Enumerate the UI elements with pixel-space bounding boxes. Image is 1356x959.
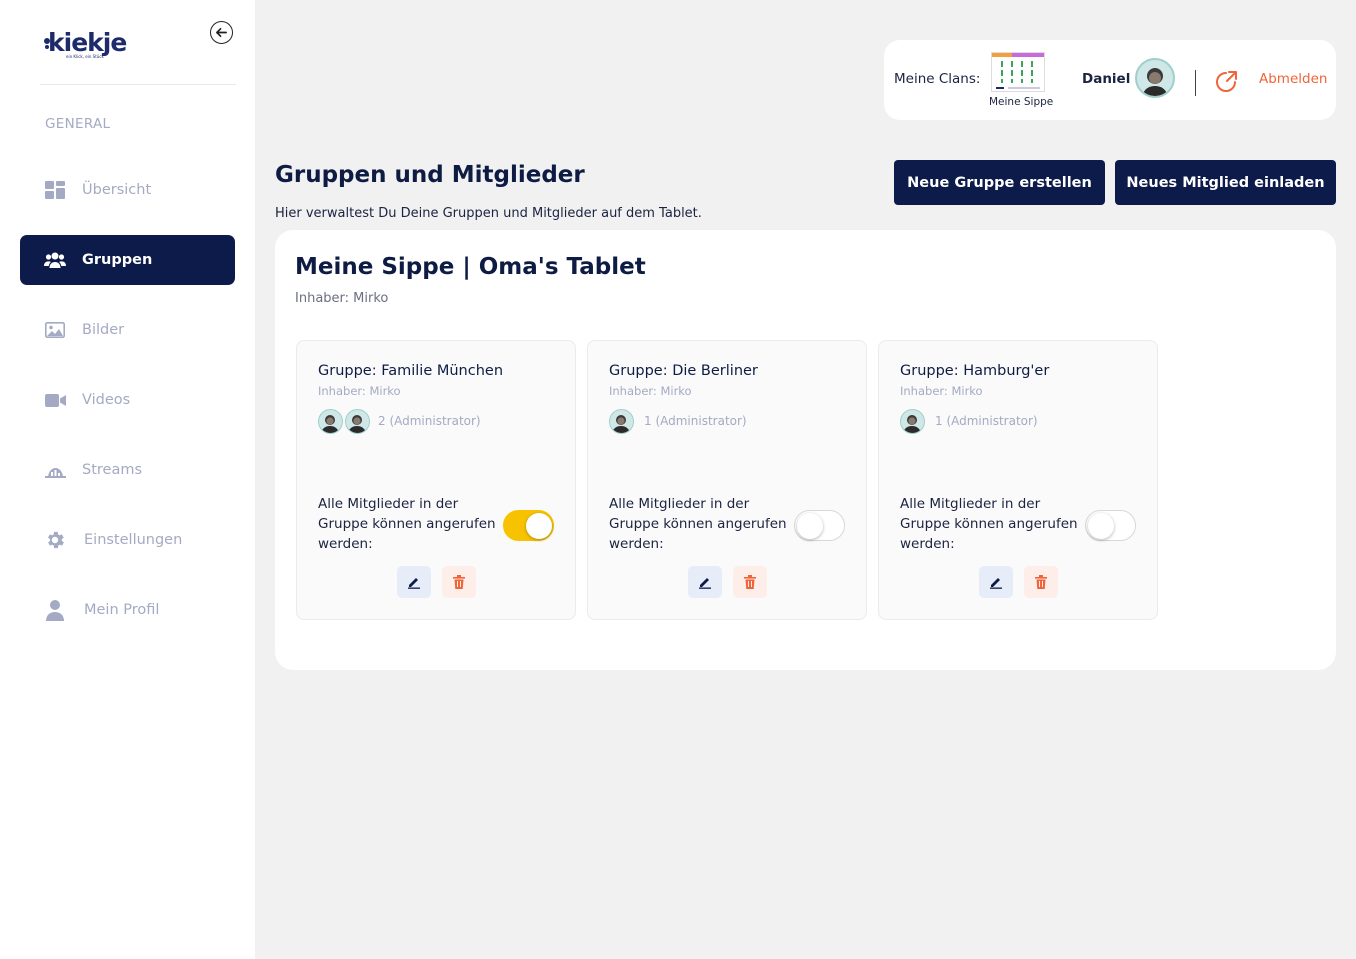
- call-toggle[interactable]: [794, 510, 845, 541]
- call-toggle[interactable]: [1085, 510, 1136, 541]
- user-icon: [44, 599, 66, 621]
- user-name: Daniel: [1082, 71, 1131, 87]
- group-title: Gruppe: Familie München: [318, 363, 504, 379]
- sidebar-item-uebersicht[interactable]: Übersicht: [20, 165, 235, 215]
- group-owner: Inhaber: Mirko: [318, 384, 401, 398]
- member-count: 1 (Administrator): [935, 414, 1038, 428]
- sidebar-item-videos[interactable]: Videos: [20, 375, 235, 425]
- member-count: 1 (Administrator): [644, 414, 747, 428]
- sidebar-item-label: Einstellungen: [84, 532, 183, 548]
- sidebar-item-label: Videos: [82, 392, 131, 408]
- sidebar-item-streams[interactable]: Streams: [20, 445, 235, 495]
- sidebar-item-label: Übersicht: [82, 182, 152, 198]
- avatar[interactable]: [1135, 58, 1175, 98]
- header-divider: [1195, 70, 1196, 96]
- toggle-knob: [797, 513, 823, 539]
- group-owner: Inhaber: Mirko: [609, 384, 692, 398]
- call-setting-label: Alle Mitglieder in der Gruppe können ang…: [318, 496, 496, 552]
- toggle-knob: [1088, 513, 1114, 539]
- image-icon: [44, 319, 66, 341]
- page-subtitle: Hier verwaltest Du Deine Gruppen und Mit…: [275, 206, 702, 221]
- brand-tagline: ein Klick, ein Stück: [66, 54, 104, 59]
- sidebar-item-label: Bilder: [82, 322, 125, 338]
- group-card: Gruppe: Familie München Inhaber: Mirko 2…: [296, 340, 576, 620]
- clan-name: Meine Sippe: [989, 96, 1054, 108]
- users-icon: [44, 249, 66, 271]
- sidebar-item-mein-profil[interactable]: Mein Profil: [20, 585, 235, 635]
- avatar: [609, 409, 634, 434]
- group-card: Gruppe: Hamburg'er Inhaber: Mirko 1 (Adm…: [878, 340, 1158, 620]
- collapse-sidebar-button[interactable]: [210, 21, 233, 44]
- member-avatars: [900, 409, 927, 434]
- avatar: [900, 409, 925, 434]
- group-card: Gruppe: Die Berliner Inhaber: Mirko 1 (A…: [587, 340, 867, 620]
- toggle-knob: [526, 513, 552, 539]
- member-count: 2 (Administrator): [378, 414, 481, 428]
- logout-icon[interactable]: [1215, 69, 1239, 93]
- pencil-icon: [699, 578, 711, 589]
- sidebar-item-bilder[interactable]: Bilder: [20, 305, 235, 355]
- group-title: Gruppe: Hamburg'er: [900, 363, 1050, 379]
- gear-icon: [44, 529, 66, 551]
- call-setting-label: Alle Mitglieder in der Gruppe können ang…: [900, 496, 1078, 552]
- call-setting-label: Alle Mitglieder in der Gruppe können ang…: [609, 496, 787, 552]
- trash-icon: [453, 575, 465, 589]
- tablet-panel: Meine Sippe | Oma's Tablet Inhaber: Mirk…: [275, 230, 1336, 670]
- header-user-bar: Meine Clans: Meine Sippe Daniel Abmelden: [884, 40, 1336, 120]
- brand-logo[interactable]: kiekje ein Klick, ein Stück: [44, 28, 154, 64]
- page-title: Gruppen und Mitglieder: [275, 162, 585, 188]
- arrow-left-icon: [216, 27, 227, 38]
- brand-name: kiekje: [48, 28, 127, 57]
- sidebar-item-label: Mein Profil: [84, 602, 160, 618]
- sidebar: kiekje ein Klick, ein Stück GENERAL Über…: [0, 0, 255, 959]
- dashboard-icon: [44, 179, 66, 201]
- avatar: [318, 409, 343, 434]
- avatar: [345, 409, 370, 434]
- video-icon: [44, 389, 66, 411]
- panel-title: Meine Sippe | Oma's Tablet: [295, 254, 646, 280]
- group-title: Gruppe: Die Berliner: [609, 363, 758, 379]
- sidebar-item-label: Streams: [82, 462, 143, 478]
- invite-member-button[interactable]: Neues Mitglied einladen: [1115, 160, 1336, 205]
- clan-thumbnail[interactable]: [991, 52, 1045, 92]
- sidebar-section-label: GENERAL: [45, 116, 111, 132]
- edit-group-button[interactable]: [979, 566, 1013, 598]
- group-owner: Inhaber: Mirko: [900, 384, 983, 398]
- logout-link[interactable]: Abmelden: [1259, 71, 1327, 87]
- call-toggle[interactable]: [503, 510, 554, 541]
- pencil-icon: [990, 578, 1002, 589]
- edit-group-button[interactable]: [688, 566, 722, 598]
- trash-icon: [744, 575, 756, 589]
- new-group-button[interactable]: Neue Gruppe erstellen: [894, 160, 1105, 205]
- sidebar-item-einstellungen[interactable]: Einstellungen: [20, 515, 235, 565]
- sidebar-item-gruppen[interactable]: Gruppen: [20, 235, 235, 285]
- panel-owner: Inhaber: Mirko: [295, 291, 389, 306]
- clans-label: Meine Clans:: [894, 71, 981, 87]
- sidebar-item-label: Gruppen: [82, 252, 153, 268]
- member-avatars: [609, 409, 636, 434]
- delete-group-button[interactable]: [1024, 566, 1058, 598]
- delete-group-button[interactable]: [733, 566, 767, 598]
- edit-group-button[interactable]: [397, 566, 431, 598]
- sidebar-divider: [40, 84, 236, 85]
- pencil-icon: [408, 578, 420, 589]
- member-avatars: [318, 409, 372, 434]
- trash-icon: [1035, 575, 1047, 589]
- streams-icon: [44, 459, 66, 481]
- delete-group-button[interactable]: [442, 566, 476, 598]
